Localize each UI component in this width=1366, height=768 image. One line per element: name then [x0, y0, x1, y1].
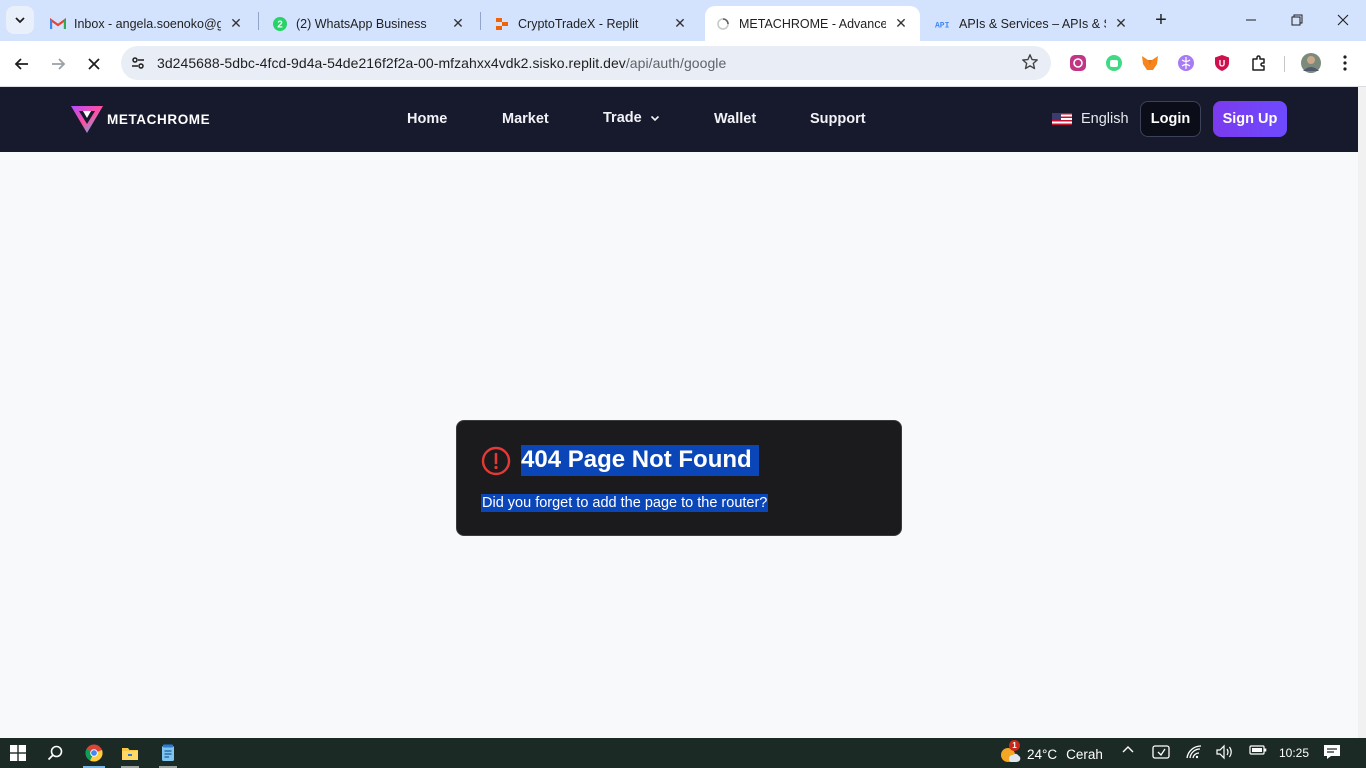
- close-tab-icon[interactable]: ✕: [892, 15, 910, 33]
- taskbar-weather[interactable]: 1 24°C Cerah: [997, 740, 1103, 764]
- extensions-puzzle-icon[interactable]: [1248, 52, 1270, 74]
- nav-support[interactable]: Support: [810, 111, 866, 127]
- extension-metamask-icon[interactable]: [1139, 52, 1161, 74]
- profile-avatar[interactable]: [1300, 52, 1322, 74]
- login-button[interactable]: Login: [1140, 101, 1201, 137]
- new-tab-button[interactable]: +: [1150, 8, 1172, 32]
- not-found-message: Did you forget to add the page to the ro…: [481, 494, 769, 512]
- chevron-down-icon: [650, 115, 659, 122]
- close-icon: [1337, 14, 1349, 26]
- weather-temperature: 24°C: [1027, 746, 1058, 762]
- tray-meet-now-icon[interactable]: [1152, 744, 1170, 760]
- windows-start-icon[interactable]: [5, 741, 31, 765]
- close-tab-icon[interactable]: ✕: [671, 15, 689, 33]
- tab-gmail[interactable]: Inbox - angela.soenoko@gmail.com ✕: [40, 6, 255, 41]
- nav-wallet[interactable]: Wallet: [714, 111, 756, 127]
- tab-title: Inbox - angela.soenoko@gmail.com: [74, 16, 221, 31]
- whatsapp-icon: 2: [272, 16, 288, 32]
- restore-icon: [1291, 14, 1303, 26]
- close-tab-icon[interactable]: ✕: [227, 15, 245, 33]
- taskbar-clock[interactable]: 10:25: [1279, 746, 1309, 760]
- language-selector[interactable]: English: [1052, 111, 1129, 127]
- weather-alert-badge: 1: [1009, 740, 1020, 751]
- tray-battery-icon[interactable]: [1249, 744, 1267, 756]
- chrome-menu-icon[interactable]: [1334, 52, 1356, 74]
- gmail-icon: [50, 16, 66, 32]
- replit-icon: [494, 16, 510, 32]
- close-tab-icon[interactable]: ✕: [1112, 15, 1130, 33]
- arrow-right-icon: [52, 58, 66, 70]
- nav-trade-label: Trade: [603, 110, 642, 126]
- taskbar-search-icon[interactable]: [42, 741, 68, 765]
- loading-icon: [715, 16, 731, 32]
- stop-loading-button[interactable]: [80, 50, 108, 78]
- site-header: METACHROME Home Market Trade Wallet Supp…: [0, 87, 1358, 152]
- close-window-button[interactable]: [1320, 0, 1366, 40]
- tab-title: CryptoTradeX - Replit: [518, 16, 639, 31]
- language-label: English: [1081, 111, 1129, 127]
- alert-circle-icon: [481, 446, 511, 475]
- taskbar-chrome-icon[interactable]: [81, 741, 107, 765]
- api-icon: API: [935, 16, 951, 32]
- url-path: /api/auth/google: [625, 55, 727, 71]
- taskbar-notepad-icon[interactable]: [155, 741, 181, 765]
- site-logo[interactable]: METACHROME: [70, 104, 210, 134]
- extension-brain-icon[interactable]: [1175, 52, 1197, 74]
- forward-button[interactable]: [44, 50, 72, 78]
- tab-whatsapp[interactable]: 2 (2) WhatsApp Business ✕: [262, 6, 477, 41]
- address-bar[interactable]: 3d245688-5dbc-4fcd-9d4a-54de216f2f2a-00-…: [121, 46, 1051, 80]
- site-info-icon[interactable]: [126, 51, 150, 75]
- tab-divider: [258, 12, 259, 30]
- close-icon: [88, 58, 100, 70]
- url-host: 3d245688-5dbc-4fcd-9d4a-54de216f2f2a-00-…: [157, 55, 626, 71]
- nav-market[interactable]: Market: [502, 111, 549, 127]
- svg-text:API: API: [935, 21, 950, 28]
- tab-replit[interactable]: CryptoTradeX - Replit ✕: [484, 6, 699, 41]
- extension-android-icon[interactable]: [1103, 52, 1125, 74]
- extension-shield-icon[interactable]: U: [1211, 52, 1233, 74]
- nav-home[interactable]: Home: [407, 111, 447, 127]
- metachrome-logo-icon: [71, 106, 103, 133]
- weather-sun-cloud-icon: 1: [997, 740, 1021, 764]
- url-text: 3d245688-5dbc-4fcd-9d4a-54de216f2f2a-00-…: [157, 55, 726, 71]
- tab-title: APIs & Services – APIs & Services: [959, 16, 1106, 31]
- taskbar-file-explorer-icon[interactable]: [117, 741, 143, 765]
- toolbar-divider: [1284, 56, 1285, 72]
- svg-text:2: 2: [277, 19, 283, 30]
- restore-button[interactable]: [1274, 0, 1320, 40]
- page-scrollbar[interactable]: [1358, 87, 1366, 738]
- tab-google-apis[interactable]: API APIs & Services – APIs & Services ✕: [925, 6, 1140, 41]
- tab-title: METACHROME - Advanced Crypto Trading: [739, 16, 886, 31]
- chevron-down-icon: [15, 17, 25, 24]
- tab-divider: [480, 12, 481, 30]
- tab-metachrome[interactable]: METACHROME - Advanced Crypto Trading ✕: [705, 6, 920, 41]
- notification-center-icon[interactable]: [1323, 744, 1341, 760]
- logo-text: METACHROME: [107, 111, 211, 127]
- not-found-card: 404 Page Not Found Did you forget to add…: [456, 420, 902, 536]
- extension-instagram-icon[interactable]: [1067, 52, 1089, 74]
- not-found-title: 404 Page Not Found: [521, 445, 759, 476]
- browser-tab-strip: Inbox - angela.soenoko@gmail.com ✕ 2 (2)…: [0, 0, 1366, 41]
- tab-search-button[interactable]: [6, 6, 34, 34]
- tab-title: (2) WhatsApp Business: [296, 16, 427, 31]
- minimize-button[interactable]: [1228, 0, 1274, 40]
- tray-overflow-chevron-icon[interactable]: [1121, 744, 1135, 754]
- not-found-header: 404 Page Not Found: [481, 445, 759, 476]
- back-button[interactable]: [8, 50, 36, 78]
- nav-trade[interactable]: Trade: [603, 110, 661, 126]
- svg-text:U: U: [1219, 59, 1226, 69]
- arrow-left-icon: [14, 58, 28, 70]
- tray-wifi-icon[interactable]: [1185, 744, 1203, 760]
- us-flag-icon: [1052, 113, 1072, 125]
- tray-volume-icon[interactable]: [1215, 744, 1235, 760]
- signup-button[interactable]: Sign Up: [1213, 101, 1287, 137]
- browser-toolbar: 3d245688-5dbc-4fcd-9d4a-54de216f2f2a-00-…: [0, 41, 1366, 87]
- weather-condition: Cerah: [1066, 746, 1103, 762]
- windows-taskbar: 1 24°C Cerah 10:25: [0, 738, 1366, 768]
- minimize-icon: [1246, 19, 1256, 21]
- bookmark-star-icon[interactable]: [1021, 53, 1039, 76]
- close-tab-icon[interactable]: ✕: [449, 15, 467, 33]
